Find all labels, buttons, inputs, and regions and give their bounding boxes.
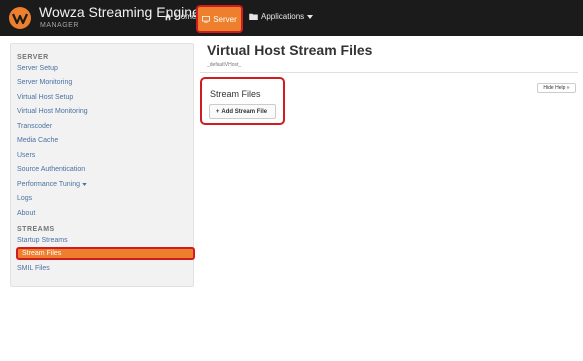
sidebar-item-performance-tuning-label: Performance Tuning bbox=[17, 181, 81, 188]
vhost-label: _defaultVHost_ bbox=[207, 62, 242, 68]
sidebar-item-performance-tuning[interactable]: Performance Tuning bbox=[17, 181, 87, 188]
top-navbar: Wowza Streaming Engine MANAGER Home Serv… bbox=[0, 0, 583, 36]
sidebar-item-virtual-host-monitoring[interactable]: Virtual Host Monitoring bbox=[17, 108, 88, 115]
sidebar-item-users[interactable]: Users bbox=[17, 152, 35, 159]
sidebar-item-stream-files[interactable]: Stream Files bbox=[16, 247, 195, 260]
sidebar-section-server: SERVER bbox=[17, 54, 49, 61]
folder-icon bbox=[249, 13, 258, 20]
hide-help-button[interactable]: Hide Help » bbox=[537, 83, 576, 93]
add-stream-file-label: Add Stream File bbox=[221, 108, 268, 115]
section-heading: Stream Files bbox=[210, 89, 261, 99]
sidebar-section-streams: STREAMS bbox=[17, 226, 55, 233]
sidebar-item-server-monitoring[interactable]: Server Monitoring bbox=[17, 79, 72, 86]
stream-files-panel: Stream Files + Add Stream File bbox=[200, 77, 285, 125]
sidebar-item-transcoder[interactable]: Transcoder bbox=[17, 123, 52, 130]
caret-down-icon bbox=[82, 183, 87, 186]
add-stream-file-button[interactable]: + Add Stream File bbox=[209, 104, 276, 119]
nav-home-link[interactable]: Home bbox=[164, 12, 196, 21]
nav-server-tab[interactable]: Server bbox=[196, 5, 243, 33]
plus-icon: + bbox=[215, 108, 220, 115]
sidebar-item-startup-streams[interactable]: Startup Streams bbox=[17, 237, 68, 244]
nav-server-label: Server bbox=[213, 14, 237, 24]
nav-applications-menu[interactable]: Applications bbox=[249, 12, 314, 21]
home-icon bbox=[164, 13, 172, 20]
sidebar-item-source-authentication[interactable]: Source Authentication bbox=[17, 166, 85, 173]
sidebar: SERVER Server Setup Server Monitoring Vi… bbox=[10, 43, 195, 287]
wowza-logo-icon[interactable] bbox=[8, 6, 32, 30]
nav-home-label: Home bbox=[175, 12, 197, 21]
nav-applications-label: Applications bbox=[261, 12, 305, 21]
sidebar-item-media-cache[interactable]: Media Cache bbox=[17, 137, 58, 144]
title-divider bbox=[200, 72, 578, 73]
page-title: Virtual Host Stream Files bbox=[207, 42, 373, 58]
brand-subtitle: MANAGER bbox=[40, 22, 79, 29]
caret-down-icon bbox=[307, 14, 314, 19]
monitor-icon bbox=[202, 15, 211, 23]
sidebar-item-server-setup[interactable]: Server Setup bbox=[17, 65, 58, 72]
sidebar-item-logs[interactable]: Logs bbox=[17, 195, 32, 202]
sidebar-item-about[interactable]: About bbox=[17, 210, 35, 217]
sidebar-item-virtual-host-setup[interactable]: Virtual Host Setup bbox=[17, 94, 73, 101]
sidebar-item-smil-files[interactable]: SMIL Files bbox=[17, 265, 50, 272]
